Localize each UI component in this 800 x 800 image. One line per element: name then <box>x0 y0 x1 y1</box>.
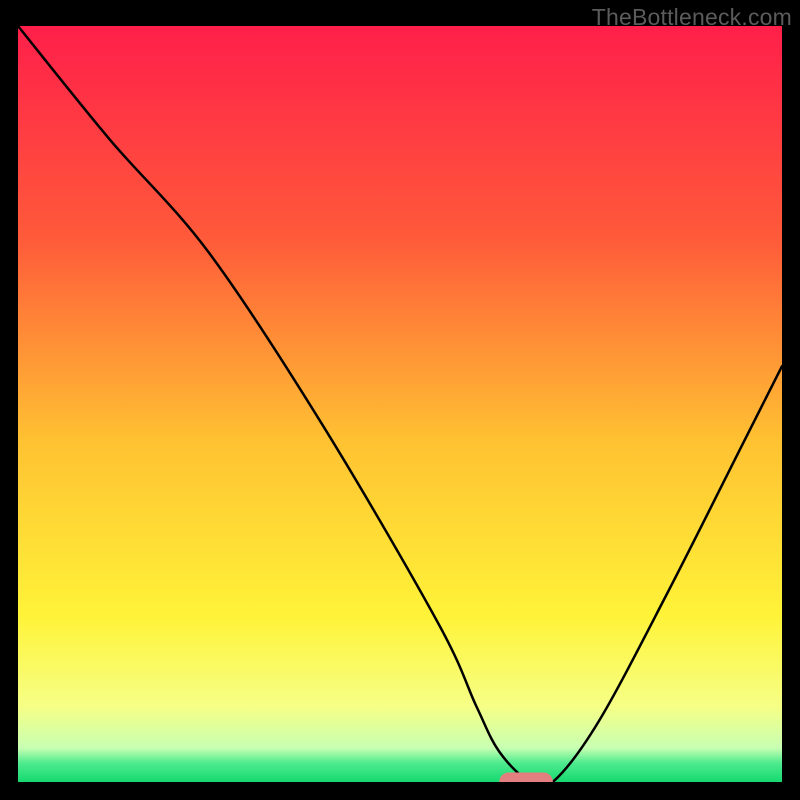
gradient-background <box>18 26 782 782</box>
plot-area <box>18 26 782 782</box>
watermark-label: TheBottleneck.com <box>592 4 792 31</box>
chart-svg <box>18 26 782 782</box>
chart-frame: TheBottleneck.com <box>0 0 800 800</box>
optimal-band-marker <box>499 773 552 782</box>
